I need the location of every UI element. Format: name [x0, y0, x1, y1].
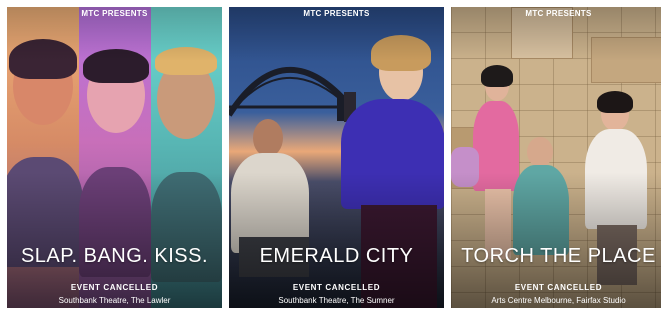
event-status: EVENT CANCELLED — [70, 283, 159, 292]
show-card-emerald-city[interactable]: MTC PRESENTS EMERALD CITY EVENT CANCELLE… — [229, 7, 444, 308]
event-status: EVENT CANCELLED — [514, 283, 603, 292]
presenter-label: MTC PRESENTS — [525, 9, 592, 18]
venue-label: Arts Centre Melbourne, Fairfax Studio — [491, 296, 626, 305]
show-card-slap-bang-kiss[interactable]: MTC PRESENTS SLAP. BANG. KISS. EVENT CAN… — [7, 7, 222, 308]
presenter-label: MTC PRESENTS — [303, 9, 370, 18]
venue-label: Southbank Theatre, The Sumner — [278, 296, 395, 305]
presenter-label: MTC PRESENTS — [81, 9, 148, 18]
venue-label: Southbank Theatre, The Lawler — [58, 296, 171, 305]
show-card-torch-the-place[interactable]: MTC PRESENTS TORCH THE PLACE EVENT CANCE… — [451, 7, 661, 308]
show-title[interactable]: SLAP. BANG. KISS. — [7, 245, 222, 268]
show-card-grid: MTC PRESENTS SLAP. BANG. KISS. EVENT CAN… — [0, 0, 661, 312]
show-title[interactable]: TORCH THE PLACE — [451, 245, 661, 268]
event-status: EVENT CANCELLED — [292, 283, 381, 292]
show-title[interactable]: EMERALD CITY — [229, 245, 444, 268]
